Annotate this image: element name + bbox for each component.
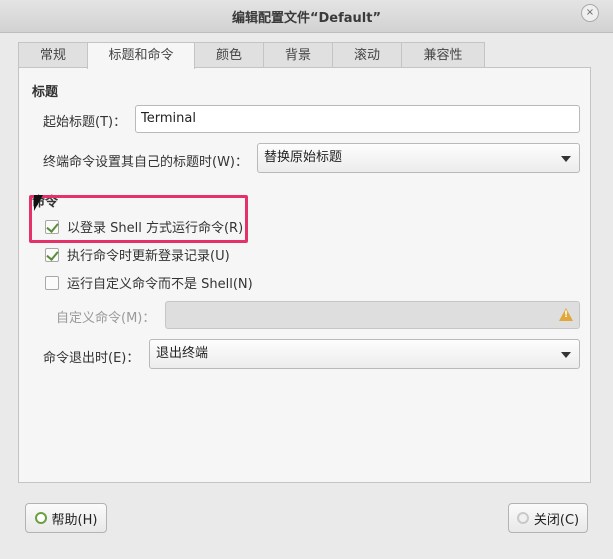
title-bar[interactable]: 编辑配置文件“Default” × [0, 0, 613, 33]
dynamic-title-combo[interactable]: 替换原始标题 [257, 143, 580, 173]
help-button[interactable]: 帮助(H) [25, 503, 107, 533]
exit-action-label: 命令退出时(E)： [43, 351, 140, 366]
window-close-icon[interactable]: × [581, 4, 599, 22]
help-button-label: 帮助(H) [51, 512, 98, 528]
custom-command-checkbox[interactable] [45, 275, 59, 290]
highlight-box [29, 195, 248, 243]
chevron-down-icon [561, 352, 571, 358]
custom-command-input[interactable] [165, 301, 580, 329]
update-records-label: 执行命令时更新登录记录(U) [67, 249, 230, 264]
help-icon [34, 512, 47, 524]
custom-command-checkbox-row[interactable]: 运行自定义命令而不是 Shell(N) [45, 273, 253, 292]
update-records-checkbox[interactable] [45, 247, 59, 262]
initial-title-label: 起始标题(T)： [43, 115, 127, 130]
tab-bar: 常规 标题和命令 颜色 背景 滚动 兼容性 [18, 42, 591, 69]
chevron-down-icon [561, 156, 571, 162]
dynamic-title-label: 终端命令设置其自己的标题时(W)： [43, 155, 248, 170]
tab-scrolling[interactable]: 滚动 [332, 42, 402, 68]
custom-command-checkbox-label: 运行自定义命令而不是 Shell(N) [67, 277, 253, 292]
close-button[interactable]: 关闭(C) [508, 503, 588, 533]
update-records-checkbox-row[interactable]: 执行命令时更新登录记录(U) [45, 245, 230, 264]
tab-compatibility[interactable]: 兼容性 [401, 42, 485, 68]
exit-action-value: 退出终端 [156, 346, 209, 361]
tab-title-and-command[interactable]: 标题和命令 [87, 42, 195, 69]
profile-editor-window: 编辑配置文件“Default” × 常规 标题和命令 颜色 背景 滚动 兼容性 … [0, 0, 613, 559]
custom-command-field-label: 自定义命令(M)： [56, 311, 156, 326]
close-button-label: 关闭(C) [533, 512, 580, 528]
initial-title-input[interactable]: Terminal [135, 105, 580, 133]
title-section-heading: 标题 [32, 85, 59, 100]
warning-icon-mark: ! [564, 310, 569, 320]
close-icon [516, 512, 529, 524]
tab-colors[interactable]: 颜色 [194, 42, 264, 68]
mouse-cursor-icon [34, 195, 43, 211]
window-title: 编辑配置文件“Default” [231, 11, 382, 26]
dynamic-title-value: 替换原始标题 [264, 150, 343, 165]
tab-background[interactable]: 背景 [263, 42, 333, 68]
exit-action-combo[interactable]: 退出终端 [149, 339, 580, 369]
tab-general[interactable]: 常规 [18, 42, 88, 68]
